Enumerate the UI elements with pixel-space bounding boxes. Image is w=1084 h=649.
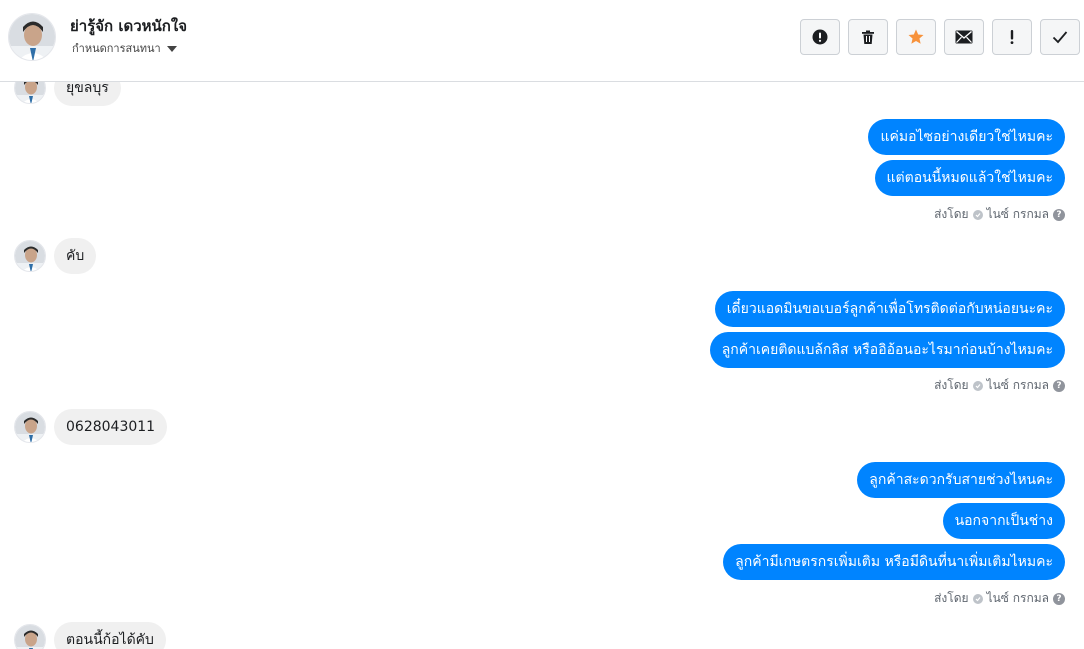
sent-by-prefix: ส่งโดย xyxy=(934,207,969,221)
avatar[interactable] xyxy=(14,624,46,649)
help-icon[interactable]: ? xyxy=(1053,379,1065,392)
exclamation-icon xyxy=(1010,30,1014,44)
mark-unread-button[interactable] xyxy=(944,19,984,55)
incoming-bubble[interactable]: 0628043011 xyxy=(54,409,168,445)
avatar[interactable] xyxy=(14,411,46,443)
sent-by-meta: ส่งโดย ไนซ์ กรกมล ? xyxy=(934,376,1065,395)
incoming-bubble[interactable]: ตอนนี้ก้อได้คับ xyxy=(54,622,166,649)
check-icon xyxy=(972,380,983,391)
contact-name[interactable]: ย่ารู้จัก เดวหนักใจ xyxy=(70,14,187,38)
outgoing-message-group: เดี๋ยวแอดมินขอเบอร์ลูกค้าเพื่อโทรติดต่อก… xyxy=(709,291,1065,368)
caret-down-icon xyxy=(166,45,177,52)
help-icon[interactable]: ? xyxy=(1053,592,1065,605)
outgoing-bubble[interactable]: แค่มอไซอย่างเดียวใช่ไหมคะ xyxy=(868,119,1065,155)
sent-by-name: ไนซ์ กรกมล xyxy=(986,207,1049,221)
mail-icon xyxy=(955,30,973,44)
conversation-header: ย่ารู้จัก เดวหนักใจ กำหนดการสนทนา xyxy=(0,0,1084,82)
outgoing-message-group: ลูกค้าสะดวกรับสายช่วงไหนคะ นอกจากเป็นช่า… xyxy=(723,462,1065,580)
header-actions xyxy=(800,19,1080,55)
delete-button[interactable] xyxy=(848,19,888,55)
outgoing-bubble[interactable]: เดี๋ยวแอดมินขอเบอร์ลูกค้าเพื่อโทรติดต่อก… xyxy=(714,291,1065,327)
outgoing-bubble[interactable]: นอกจากเป็นช่าง xyxy=(942,503,1065,539)
incoming-message-row: คับ xyxy=(14,238,97,274)
incoming-message-row: ตอนนี้ก้อได้คับ xyxy=(14,622,166,649)
star-icon xyxy=(908,29,924,44)
outgoing-bubble[interactable]: แต่ตอนนี้หมดแล้วใช่ไหมคะ xyxy=(874,160,1065,196)
follow-up-button[interactable] xyxy=(992,19,1032,55)
outgoing-message-group: แค่มอไซอย่างเดียวใช่ไหมคะ แต่ตอนนี้หมดแล… xyxy=(868,119,1065,196)
check-icon xyxy=(1052,31,1068,44)
sent-by-meta: ส่งโดย ไนซ์ กรกมล ? xyxy=(934,205,1065,224)
avatar[interactable] xyxy=(14,240,46,272)
outgoing-bubble[interactable]: ลูกค้ามีเกษตรกรเพิ่มเติม หรือมีดินที่นาเ… xyxy=(723,544,1065,580)
trash-icon xyxy=(862,30,874,44)
outgoing-bubble[interactable]: ลูกค้าสะดวกรับสายช่วงไหนคะ xyxy=(857,462,1065,498)
incoming-message-row: 0628043011 xyxy=(14,409,168,445)
spam-button[interactable] xyxy=(800,19,840,55)
check-icon xyxy=(972,209,983,220)
assign-label: กำหนดการสนทนา xyxy=(72,42,161,55)
done-button[interactable] xyxy=(1040,19,1080,55)
incoming-bubble[interactable]: คับ xyxy=(54,238,97,274)
help-icon[interactable]: ? xyxy=(1053,208,1065,221)
message-thread: ยุขลบุร แค่มอไซอย่างเดียวใช่ไหมคะ แต่ตอน… xyxy=(0,0,1084,649)
alert-circle-icon xyxy=(812,29,828,45)
sent-by-prefix: ส่งโดย xyxy=(934,378,969,392)
sent-by-meta: ส่งโดย ไนซ์ กรกมล ? xyxy=(934,589,1065,608)
assign-conversation-dropdown[interactable]: กำหนดการสนทนา xyxy=(72,39,177,57)
outgoing-bubble[interactable]: ลูกค้าเคยติดแบล้กลิส หรืออิอ้อนอะไรมาก่อ… xyxy=(709,332,1065,368)
check-icon xyxy=(972,593,983,604)
contact-avatar[interactable] xyxy=(8,13,56,61)
star-button[interactable] xyxy=(896,19,936,55)
sent-by-name: ไนซ์ กรกมล xyxy=(986,378,1049,392)
sent-by-prefix: ส่งโดย xyxy=(934,591,969,605)
sent-by-name: ไนซ์ กรกมล xyxy=(986,591,1049,605)
